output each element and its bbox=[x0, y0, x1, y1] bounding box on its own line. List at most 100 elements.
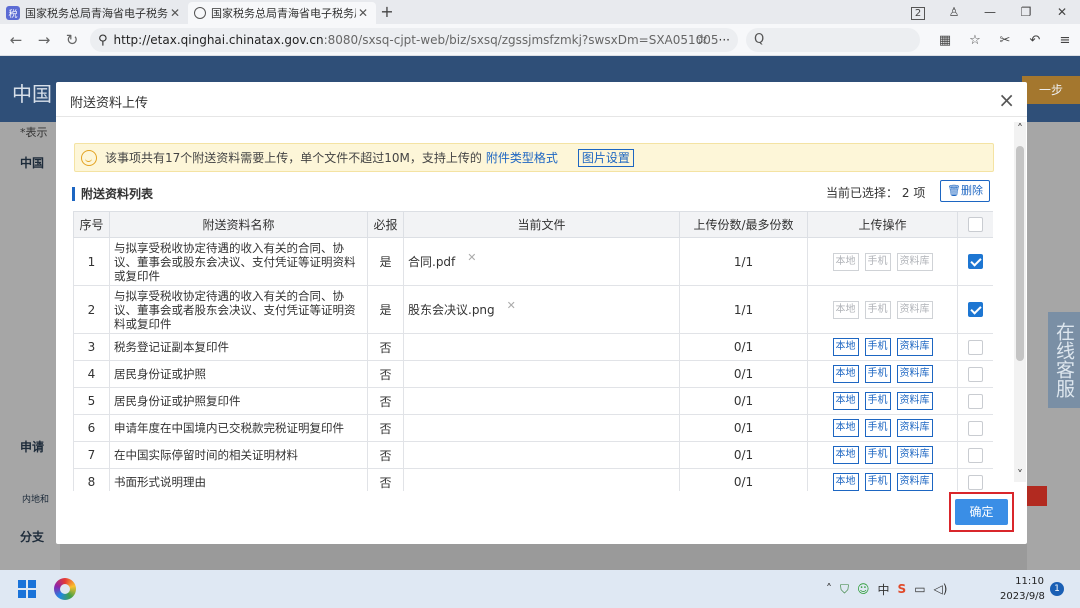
close-icon[interactable]: × bbox=[998, 88, 1015, 112]
scroll-down-icon[interactable]: ˅ bbox=[1014, 468, 1026, 482]
upload-phone-button[interactable]: 手机 bbox=[864, 473, 891, 491]
minimize-icon[interactable]: — bbox=[972, 5, 1008, 19]
upload-phone-button[interactable]: 手机 bbox=[864, 419, 891, 437]
row-ops: 本地 手机 资料库 bbox=[807, 237, 958, 286]
browser-app-icon[interactable] bbox=[54, 578, 76, 600]
remove-file-icon[interactable]: ✕ bbox=[467, 251, 476, 264]
speaker-icon[interactable]: ◁) bbox=[934, 582, 948, 596]
windows-start-icon[interactable] bbox=[18, 580, 36, 598]
cut-icon[interactable]: ✂ bbox=[990, 33, 1020, 48]
row-count: 0/1 bbox=[679, 333, 808, 361]
row-name: 居民身份证或护照复印件 bbox=[109, 387, 368, 415]
address-bar[interactable]: ⚲ http://etax.qinghai.chinatax.gov.cn:80… bbox=[90, 28, 738, 52]
upload-library-button[interactable]: 资料库 bbox=[896, 300, 933, 319]
favorites-icon[interactable]: ☆ bbox=[960, 33, 990, 48]
dialog-scrollbar[interactable]: ˄ ˅ bbox=[1014, 122, 1026, 482]
upload-local-button[interactable]: 本地 bbox=[832, 365, 859, 383]
row-file bbox=[403, 441, 680, 469]
upload-local-button[interactable]: 本地 bbox=[832, 252, 859, 271]
remove-file-icon[interactable]: ✕ bbox=[507, 299, 516, 312]
upload-local-button[interactable]: 本地 bbox=[832, 300, 859, 319]
forward-icon[interactable]: → bbox=[32, 31, 56, 49]
row-count: 1/1 bbox=[679, 285, 808, 334]
file-types-link[interactable]: 附件类型格式 bbox=[486, 149, 558, 166]
menu-icon[interactable]: ≡ bbox=[1050, 33, 1080, 48]
input-method-icon[interactable]: 中 bbox=[878, 581, 890, 598]
row-no: 1 bbox=[73, 237, 110, 286]
row-no: 5 bbox=[73, 387, 110, 415]
upload-local-button[interactable]: 本地 bbox=[832, 419, 859, 437]
display-icon[interactable]: ▭ bbox=[914, 582, 925, 596]
reload-icon[interactable]: ↻ bbox=[60, 31, 84, 49]
select-all-checkbox[interactable] bbox=[957, 211, 993, 238]
upload-local-button[interactable]: 本地 bbox=[832, 446, 859, 464]
upload-phone-button[interactable]: 手机 bbox=[864, 365, 891, 383]
row-checkbox[interactable] bbox=[957, 468, 993, 491]
upload-phone-button[interactable]: 手机 bbox=[864, 252, 891, 271]
row-no: 6 bbox=[73, 414, 110, 442]
chevron-up-icon[interactable]: ˄ bbox=[826, 582, 832, 596]
tab-count-badge[interactable]: 2 bbox=[900, 5, 936, 20]
online-service-button[interactable]: 在线客服 bbox=[1048, 312, 1080, 408]
close-tab-icon[interactable]: ✕ bbox=[356, 6, 370, 20]
row-checkbox[interactable] bbox=[957, 333, 993, 361]
browser-toolbar: ▦ ☆ ✂ ↶ ≡ bbox=[930, 24, 1080, 56]
upload-library-button[interactable]: 资料库 bbox=[896, 419, 933, 437]
shield-icon[interactable]: ⛉ bbox=[840, 582, 849, 597]
clock[interactable]: 11:10 2023/9/8 bbox=[1000, 574, 1045, 604]
star-icon[interactable]: ☆ bbox=[695, 32, 708, 48]
upload-library-button[interactable]: 资料库 bbox=[896, 338, 933, 356]
row-file: 合同.pdf ✕ bbox=[403, 237, 680, 286]
upload-local-button[interactable]: 本地 bbox=[832, 473, 859, 491]
upload-phone-button[interactable]: 手机 bbox=[864, 392, 891, 410]
row-checkbox[interactable] bbox=[957, 285, 993, 334]
delete-label: 删除 bbox=[960, 184, 983, 197]
undo-icon[interactable]: ↶ bbox=[1020, 33, 1050, 48]
restore-icon[interactable]: ❐ bbox=[1008, 5, 1044, 19]
upload-local-button[interactable]: 本地 bbox=[832, 338, 859, 356]
s-app-icon[interactable]: S bbox=[898, 582, 907, 596]
bg-red-button[interactable] bbox=[1027, 486, 1047, 506]
confirm-button[interactable]: 确定 bbox=[955, 499, 1008, 525]
close-window-icon[interactable]: ✕ bbox=[1044, 5, 1080, 19]
table-row: 8 书面形式说明理由否 0/1 本地 手机 资料库 bbox=[73, 468, 993, 491]
apps-icon[interactable]: ▦ bbox=[930, 33, 960, 48]
notice-text: 该事项共有17个附送资料需要上传，单个文件不超过10M，支持上传的 bbox=[105, 151, 482, 165]
more-icon[interactable]: ··· bbox=[719, 33, 730, 47]
tab-title: 国家税务总局青海省电子税务局 bbox=[211, 7, 356, 20]
row-checkbox[interactable] bbox=[957, 387, 993, 415]
row-checkbox[interactable] bbox=[957, 360, 993, 388]
row-checkbox[interactable] bbox=[957, 441, 993, 469]
picture-settings-button[interactable]: 图片设置 bbox=[577, 148, 634, 167]
upload-library-button[interactable]: 资料库 bbox=[896, 392, 933, 410]
upload-library-button[interactable]: 资料库 bbox=[896, 252, 933, 271]
table-row: 1 与拟享受税收协定待遇的收入有关的合同、协议、董事会或股东会决议、支付凭证等证明… bbox=[73, 237, 993, 286]
upload-library-button[interactable]: 资料库 bbox=[896, 365, 933, 383]
file-name[interactable]: 股东会决议.png bbox=[408, 301, 495, 318]
upload-library-button[interactable]: 资料库 bbox=[896, 473, 933, 491]
browser-tab-1[interactable]: 税 国家税务总局青海省电子税务局 ✕ bbox=[0, 2, 188, 24]
file-name[interactable]: 合同.pdf bbox=[408, 253, 455, 270]
browser-tab-2[interactable]: 国家税务总局青海省电子税务局 ✕ bbox=[188, 2, 376, 24]
close-tab-icon[interactable]: ✕ bbox=[168, 6, 182, 20]
upload-library-button[interactable]: 资料库 bbox=[896, 446, 933, 464]
next-step-button[interactable]: 一步 bbox=[1022, 76, 1080, 104]
selected-unit: 项 bbox=[913, 186, 926, 200]
scroll-up-icon[interactable]: ˄ bbox=[1014, 122, 1026, 136]
back-icon[interactable]: ← bbox=[4, 31, 28, 49]
row-checkbox[interactable] bbox=[957, 237, 993, 286]
scroll-thumb[interactable] bbox=[1016, 146, 1024, 361]
row-checkbox[interactable] bbox=[957, 414, 993, 442]
delete-button[interactable]: 🗑删除 bbox=[940, 180, 990, 202]
wechat-icon[interactable]: ☺ bbox=[857, 582, 870, 596]
shirt-icon[interactable]: ♙ bbox=[936, 5, 972, 19]
upload-local-button[interactable]: 本地 bbox=[832, 392, 859, 410]
upload-phone-button[interactable]: 手机 bbox=[864, 446, 891, 464]
notification-badge[interactable]: 1 bbox=[1050, 582, 1064, 596]
notice-banner: 该事项共有17个附送资料需要上传，单个文件不超过10M，支持上传的 附件类型格式… bbox=[74, 143, 994, 172]
new-tab-button[interactable]: + bbox=[376, 2, 398, 24]
upload-phone-button[interactable]: 手机 bbox=[864, 300, 891, 319]
row-name: 书面形式说明理由 bbox=[109, 468, 368, 491]
upload-phone-button[interactable]: 手机 bbox=[864, 338, 891, 356]
search-input[interactable]: Q bbox=[746, 28, 920, 52]
